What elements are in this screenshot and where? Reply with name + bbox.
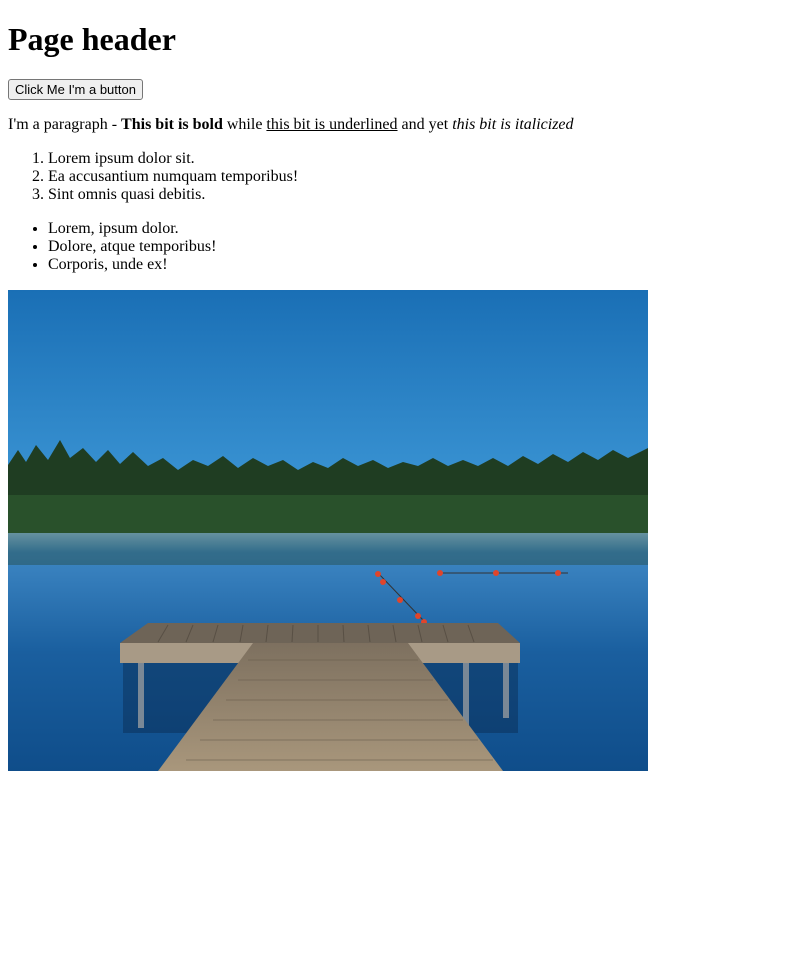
ordered-list-item: Sint omnis quasi debitis. — [48, 186, 794, 204]
ordered-list: Lorem ipsum dolor sit. Ea accusantium nu… — [8, 150, 794, 204]
unordered-list-item: Lorem, ipsum dolor. — [48, 220, 794, 238]
bold-text: This bit is bold — [121, 116, 223, 133]
page-body: Page header Click Me I'm a button I'm a … — [8, 0, 794, 771]
unordered-list: Lorem, ipsum dolor. Dolore, atque tempor… — [8, 220, 794, 274]
lake-dock-photo — [8, 290, 648, 771]
paragraph-mid-2: and yet — [397, 116, 453, 133]
click-me-button[interactable]: Click Me I'm a button — [8, 79, 143, 100]
ordered-list-item: Lorem ipsum dolor sit. — [48, 150, 794, 168]
paragraph-mid-1: while — [222, 116, 267, 133]
italic-text: this bit is italicized — [452, 116, 574, 133]
underlined-text: this bit is underlined — [266, 116, 398, 133]
paragraph: I'm a paragraph - This bit is bold while… — [8, 116, 794, 134]
unordered-list-item: Corporis, unde ex! — [48, 256, 794, 274]
paragraph-lead: I'm a paragraph - — [8, 116, 122, 133]
page-title: Page header — [8, 21, 176, 57]
ordered-list-item: Ea accusantium numquam temporibus! — [48, 168, 794, 186]
unordered-list-item: Dolore, atque temporibus! — [48, 238, 794, 256]
